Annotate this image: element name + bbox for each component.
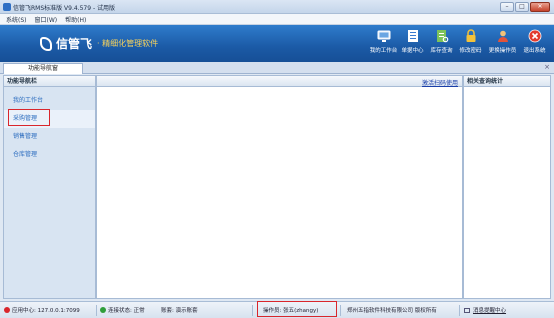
highlight-box-purchase [8, 109, 50, 126]
toolbar-switch-operator-button[interactable]: 更换操作员 [486, 29, 519, 54]
account-text: 账套: 演示账套 [161, 308, 198, 314]
toolbar-label: 库存查询 [430, 48, 453, 54]
brand-logo-icon [40, 36, 52, 51]
reminder-link[interactable]: 消息提醒中心 [473, 306, 506, 314]
app-center-status: 应用中心: 127.0.0.1:7099 [4, 306, 80, 314]
brand-logo: 信管飞 · 精细化管理软件 [40, 35, 158, 52]
stats-title: 相关查询统计 [464, 76, 550, 87]
connection-text: 连接状态: 正常 [108, 308, 145, 314]
brand-slogan: · 精细化管理软件 [97, 39, 159, 48]
check-icon [100, 307, 106, 313]
company-text: 郑州五指软件科技有限公司 版权所有 [347, 308, 437, 314]
menu-window[interactable]: 窗口(W) [35, 15, 58, 24]
main-content-area: 激活扫码使用 [96, 75, 463, 299]
message-icon [464, 307, 470, 313]
sidebar-title: 功能导航栏 [4, 76, 95, 87]
maximize-button[interactable]: □ [515, 2, 529, 12]
status-divider [340, 305, 341, 316]
sidebar-item-sales[interactable]: 销售管理 [4, 128, 95, 146]
toolbar-label: 修改密码 [459, 48, 482, 54]
toolbar-label: 单据中心 [401, 48, 424, 54]
status-divider [459, 305, 460, 316]
menu-system[interactable]: 系统(S) [6, 15, 27, 24]
monitor-icon [377, 29, 391, 43]
close-tab-icon[interactable]: × [544, 63, 550, 71]
toolbar-label: 退出系统 [523, 48, 546, 54]
window-controls: – □ ✕ [500, 2, 550, 12]
minimize-button[interactable]: – [500, 2, 514, 12]
toolbar-label: 更换操作员 [488, 48, 517, 54]
toolbar-documents-button[interactable]: 单据中心 [399, 29, 426, 54]
lock-icon [464, 29, 478, 43]
close-button[interactable]: ✕ [530, 2, 550, 12]
document-list-icon [406, 29, 420, 43]
message-reminder[interactable]: 消息提醒中心 [464, 306, 506, 314]
content-header: 激活扫码使用 [97, 76, 462, 87]
toolbar-inventory-button[interactable]: 库存查询 [428, 29, 455, 54]
brand-name: 信管飞 [56, 37, 93, 51]
account-status: 账套: 演示账套 [161, 306, 198, 314]
activate-scan-link[interactable]: 激活扫码使用 [422, 78, 458, 87]
inventory-search-icon [435, 29, 449, 43]
tab-bar: 功能导航窗 × [0, 62, 554, 74]
main-toolbar: 我的工作台 单据中心 库存查询 修改密码 更换操作员 退出系统 [370, 29, 548, 54]
exit-icon [528, 29, 542, 43]
title-bar: 信管飞RMS标准版 V9.4.579 - 试用版 – □ ✕ [0, 0, 554, 14]
toolbar-exit-button[interactable]: 退出系统 [521, 29, 548, 54]
connection-status: 连接状态: 正常 [100, 306, 145, 314]
highlight-box-operator [257, 301, 337, 317]
status-divider [96, 305, 97, 316]
app-center-icon [4, 307, 10, 313]
user-switch-icon [496, 29, 510, 43]
toolbar-label: 我的工作台 [369, 48, 398, 54]
menu-help[interactable]: 帮助(H) [65, 15, 86, 24]
toolbar-workbench-button[interactable]: 我的工作台 [370, 29, 397, 54]
window-title: 信管飞RMS标准版 V9.4.579 - 试用版 [13, 5, 116, 12]
menu-bar: 系统(S) 窗口(W) 帮助(H) [0, 14, 554, 25]
toolbar-password-button[interactable]: 修改密码 [457, 29, 484, 54]
company-copyright: 郑州五指软件科技有限公司 版权所有 [347, 306, 437, 314]
sidebar-item-warehouse[interactable]: 仓库管理 [4, 146, 95, 164]
header-banner: 信管飞 · 精细化管理软件 我的工作台 单据中心 库存查询 修改密码 更换操作员… [0, 25, 554, 62]
related-stats-panel: 相关查询统计 [463, 75, 551, 299]
tab-function-navigation[interactable]: 功能导航窗 [3, 63, 83, 74]
app-center-text: 应用中心: 127.0.0.1:7099 [12, 308, 80, 314]
app-logo-icon [3, 3, 11, 11]
status-divider [252, 305, 253, 316]
sidebar-item-workbench[interactable]: 我的工作台 [4, 92, 95, 110]
